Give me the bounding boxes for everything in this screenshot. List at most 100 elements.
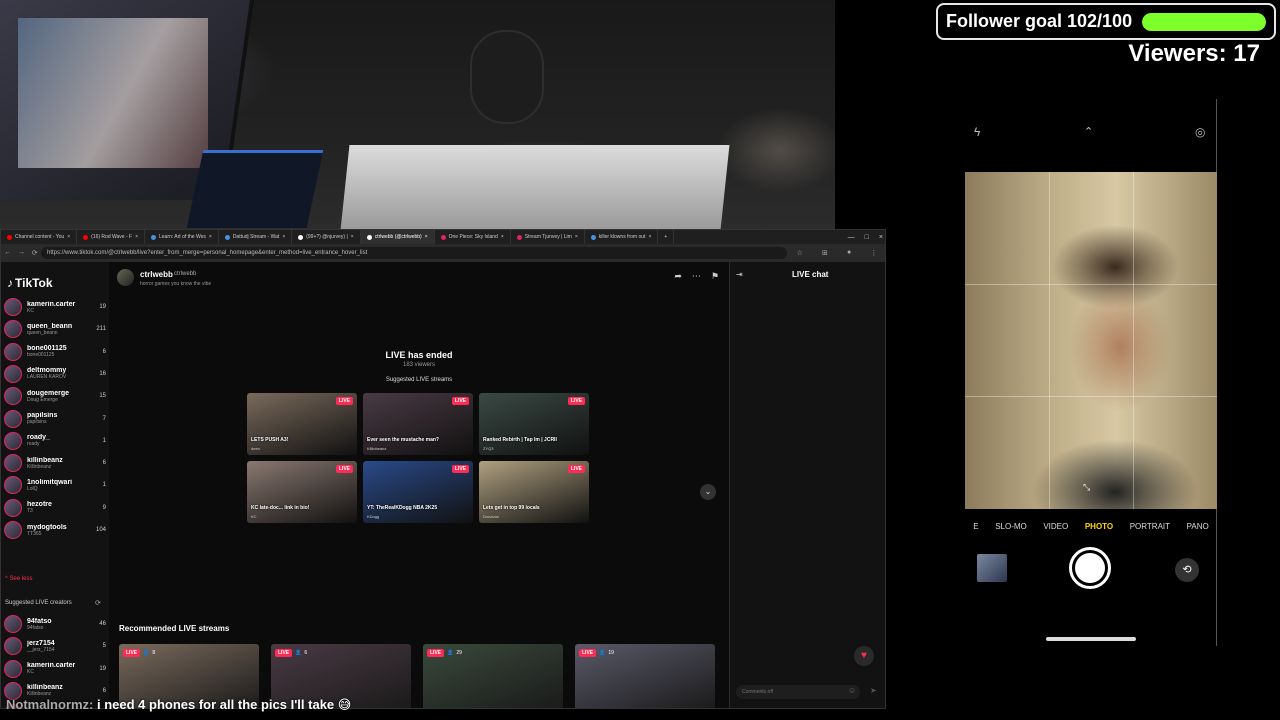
minimize-icon[interactable]: —: [848, 234, 855, 241]
shutter-button[interactable]: [1069, 547, 1111, 589]
browser-tab[interactable]: (99+?) @njurvey) | ×: [292, 230, 361, 244]
suggested-stream-card[interactable]: LIVE Ever seen the mustache man? Killinbea…: [363, 393, 473, 455]
recommended-stream-card[interactable]: LIVE 👤 19: [575, 644, 715, 708]
url-input[interactable]: https://www.tiktok.com/@ctrlwebb/live?en…: [41, 247, 787, 259]
sidebar-account[interactable]: dougemerge Doug Emerge 15: [4, 385, 106, 407]
back-icon[interactable]: ←: [4, 249, 11, 257]
recommended-stream-card[interactable]: LIVE 👤 29: [423, 644, 563, 708]
forward-icon[interactable]: →: [18, 249, 25, 257]
browser-tab[interactable]: ctrlwebb (@ctrlwebb) ×: [360, 230, 435, 244]
more-icon[interactable]: ⋯: [692, 271, 701, 282]
heart-icon[interactable]: ♥: [854, 646, 874, 666]
photo-library-thumbnail[interactable]: [977, 554, 1007, 582]
sidebar-account[interactable]: kamerin.carter KC 19: [4, 296, 106, 318]
sidebar-account[interactable]: killinbeanz Killinbeanz 6: [4, 452, 106, 474]
close-icon[interactable]: ×: [879, 234, 883, 241]
suggested-stream-card[interactable]: LIVE Lets get in top 99 locals Donavan: [479, 461, 589, 523]
browser-tab[interactable]: Channel content - You ×: [1, 230, 78, 244]
sidebar-account[interactable]: 1nolimitqwari LolQ 1: [4, 474, 106, 496]
stream-caption: KC late-doc... link in bio!: [251, 505, 310, 511]
sidebar-account[interactable]: roady_ roady 1: [4, 430, 106, 452]
tab-close-icon[interactable]: ×: [648, 234, 651, 240]
tab-close-icon[interactable]: ×: [425, 234, 428, 240]
recommended-badge: LIVE 👤 19: [579, 649, 614, 657]
chevron-up-icon[interactable]: ⌃: [1084, 125, 1093, 138]
sidebar-account[interactable]: jerz7154 __jerz_7154 5: [4, 635, 106, 657]
live-photo-icon[interactable]: ◎: [1195, 125, 1205, 139]
browser-tab[interactable]: (16) Rod Wave - F ×: [77, 230, 145, 244]
suggested-streams-title: Suggested LIVE streams: [385, 377, 453, 383]
viewer-count: Viewers: 17: [1128, 40, 1260, 67]
flash-off-icon[interactable]: ϟ: [974, 125, 980, 139]
send-icon[interactable]: ➤: [870, 686, 877, 695]
sidebar-account[interactable]: papilsins papilsins 7: [4, 408, 106, 430]
browser-tab[interactable]: Stream Tjunvey | Lim ×: [511, 230, 585, 244]
reload-icon[interactable]: ⟳: [32, 249, 38, 257]
see-less-link[interactable]: ^ See less: [5, 576, 33, 582]
sidebar-account[interactable]: hezotre T3 9: [4, 497, 106, 519]
comment-input[interactable]: Comments off: [736, 685, 860, 699]
recommended-viewer-count: 19: [608, 650, 614, 656]
tab-close-icon[interactable]: ×: [67, 234, 70, 240]
tab-close-icon[interactable]: ×: [209, 234, 212, 240]
streamer-name[interactable]: ctrlwebb: [140, 270, 173, 279]
tiktok-logo[interactable]: ♪ TikTok: [7, 276, 53, 290]
suggested-stream-card[interactable]: LIVE Ranked Rebirth | Tap Im | JCRII ZYQ3: [479, 393, 589, 455]
collapse-chat-icon[interactable]: ⇥: [736, 270, 743, 279]
maximize-icon[interactable]: □: [865, 234, 869, 241]
live-badge: LIVE: [335, 465, 353, 473]
camera-mode-e[interactable]: E: [973, 522, 978, 531]
webcam-keyboard: [186, 150, 324, 228]
sidebar-account[interactable]: deltmommy LAUREN KAROV 16: [4, 363, 106, 385]
account-names: kamerin.carter KC: [27, 662, 92, 675]
streamer-avatar[interactable]: [117, 269, 134, 286]
browser-tab[interactable]: killer klowns from out ×: [585, 230, 659, 244]
live-badge: LIVE: [451, 465, 469, 473]
suggested-stream-card[interactable]: LIVE YT: TheRealKDogg NBA 2K25 KDogg: [363, 461, 473, 523]
share-icon[interactable]: ➦: [674, 271, 682, 282]
refresh-icon[interactable]: ⟳: [95, 599, 101, 607]
browser-tab[interactable]: One Piece: Sky Island ×: [435, 230, 511, 244]
recommended-badge: LIVE 👤 8: [123, 649, 155, 657]
expand-icon[interactable]: ⤡: [1083, 482, 1090, 493]
stream-chat-message: Notmalnormz: i need 4 phones for all the…: [6, 697, 351, 713]
tab-close-icon[interactable]: ×: [135, 234, 138, 240]
sidebar-account[interactable]: 94fatso 94fatso 46: [4, 613, 106, 635]
tab-close-icon[interactable]: ×: [501, 234, 504, 240]
camera-mode-pano[interactable]: PANO: [1187, 522, 1209, 531]
tab-close-icon[interactable]: ×: [282, 234, 285, 240]
recommended-badge: LIVE 👤 29: [427, 649, 462, 657]
stream-host: deen: [251, 446, 260, 451]
chevron-down-icon[interactable]: ⌄: [700, 484, 716, 500]
bookmark-star-icon[interactable]: ☆: [797, 249, 803, 257]
account-viewer-count: 5: [102, 643, 106, 650]
sidebar-account[interactable]: mydogtools TT365 104: [4, 519, 106, 541]
suggested-stream-card[interactable]: LIVE KC late-doc... link in bio! KC: [247, 461, 357, 523]
tab-close-icon[interactable]: ×: [575, 234, 578, 240]
tab-close-icon[interactable]: ×: [351, 234, 354, 240]
phone-camera-feed: ϟ ⌃ ◎ ⤡ E SLO-MO VIDEO PHOTO PORTRAIT PANO ⟲: [965, 99, 1217, 646]
live-chat-title: LIVE chat: [792, 270, 829, 279]
camera-mode-video[interactable]: VIDEO: [1043, 522, 1068, 531]
sidebar-account[interactable]: queen_beann queen_beann 211: [4, 318, 106, 340]
suggested-stream-card[interactable]: LIVE LETS PUSH A3! deen: [247, 393, 357, 455]
emoji-icon[interactable]: ☺: [848, 686, 856, 695]
tab-favicon-icon: [151, 234, 156, 240]
menu-dots-icon[interactable]: ⋮: [870, 249, 877, 257]
sidebar-account[interactable]: bone001125 bone001125 6: [4, 341, 106, 363]
flip-camera-icon[interactable]: ⟲: [1175, 558, 1199, 582]
browser-tab[interactable]: Learn: Art of the Wes ×: [145, 230, 219, 244]
camera-mode-slo-mo[interactable]: SLO-MO: [995, 522, 1027, 531]
account-username: 94fatso: [27, 617, 52, 625]
chat-text: i need 4 phones for all the pics I'll ta…: [93, 697, 352, 712]
camera-mode-portrait[interactable]: PORTRAIT: [1130, 522, 1170, 531]
browser-tab[interactable]: Dattudj Stream - Wat ×: [219, 230, 293, 244]
sidebar-account[interactable]: kamerin.carter KC 19: [4, 658, 106, 680]
new-tab-button[interactable]: +: [658, 230, 675, 244]
extension-icon[interactable]: ⊞: [822, 249, 828, 257]
camera-mode-photo[interactable]: PHOTO: [1085, 522, 1113, 531]
tab-favicon-icon: [590, 234, 596, 240]
profile-icon[interactable]: ●: [847, 249, 851, 257]
webcam-laptop-screen: [18, 18, 208, 168]
report-icon[interactable]: ⚑: [711, 271, 719, 282]
